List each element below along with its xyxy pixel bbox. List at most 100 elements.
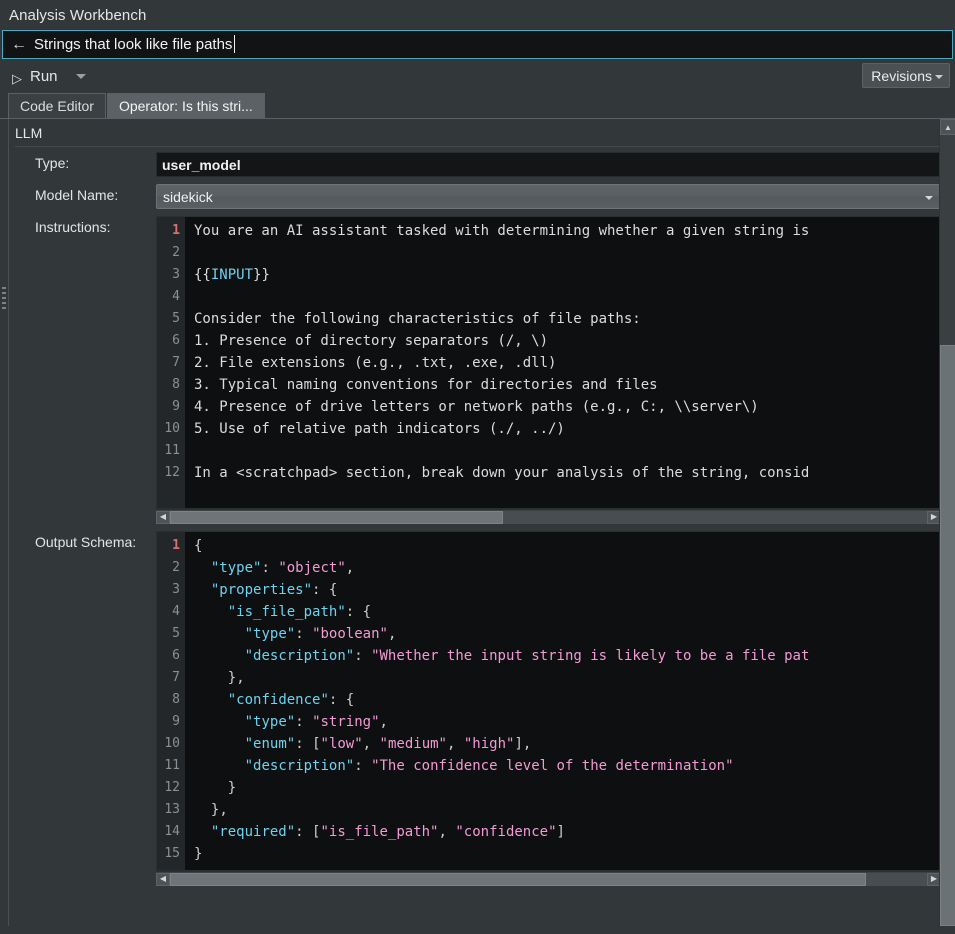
line-number: 6 — [172, 648, 180, 663]
code-line: } — [227, 780, 237, 796]
code-line: "type": "boolean", — [244, 626, 397, 642]
code-line: "description": "The confidence level of … — [244, 758, 734, 774]
line-number: 2 — [172, 560, 180, 575]
code-line: "required": ["is_file_path", "confidence… — [210, 824, 565, 840]
line-number: 1 — [172, 538, 180, 553]
code-line: "enum": ["low", "medium", "high"], — [244, 736, 532, 752]
code-line: 4. Presence of drive letters or network … — [194, 399, 759, 415]
line-number: 3 — [172, 267, 180, 282]
code-line: "description": "Whether the input string… — [244, 648, 810, 664]
run-menu-chevron-down-icon[interactable] — [75, 73, 86, 79]
tab-code-editor[interactable]: Code Editor — [8, 93, 106, 118]
model-name-chevron-down-icon — [925, 195, 933, 200]
line-number: 2 — [172, 245, 180, 260]
code-line: "type": "object", — [210, 560, 355, 576]
operator-name-value: Strings that look like file paths — [34, 35, 236, 53]
output-schema-editor[interactable]: 1 2 3 4 5 6 7 8 9 10 11 12 13 14 15 { "type": "object"… — [156, 531, 941, 871]
line-number: 5 — [172, 626, 180, 641]
panel-vscrollbar[interactable]: ▲ — [939, 119, 955, 926]
line-number: 10 — [164, 421, 180, 436]
panel-splitter[interactable] — [0, 119, 8, 926]
instructions-gutter: 1 2 3 4 5 6 7 8 9 10 11 12 — [157, 217, 185, 508]
tabstrip: Code Editor Operator: Is this stri... — [0, 92, 955, 119]
output-schema-label: Output Schema: — [35, 534, 137, 550]
namebar-container: ← Strings that look like file paths — [0, 30, 955, 60]
line-number: 1 — [172, 223, 180, 238]
tab-operator[interactable]: Operator: Is this stri... — [106, 93, 265, 118]
code-line: }, — [227, 670, 245, 686]
line-number: 11 — [164, 758, 180, 773]
line-number: 9 — [172, 714, 180, 729]
scroll-left-icon[interactable]: ◀ — [156, 872, 170, 886]
output-schema-code[interactable]: { "type": "object", "properties": { "is_… — [185, 532, 940, 870]
line-number: 4 — [172, 604, 180, 619]
run-toolbar: Run Revisions — [0, 60, 955, 92]
scroll-up-icon[interactable]: ▲ — [940, 119, 955, 135]
field-row-type: Type: user_model — [15, 152, 955, 177]
type-value: user_model — [162, 156, 241, 173]
scroll-left-icon[interactable]: ◀ — [156, 510, 170, 524]
code-line: Consider the following characteristics o… — [194, 311, 641, 327]
line-number: 8 — [172, 377, 180, 392]
run-button-label: Run — [30, 67, 58, 85]
code-line: "confidence": { — [227, 692, 355, 708]
line-number: 8 — [172, 692, 180, 707]
window-titlebar: Analysis Workbench — [0, 0, 955, 30]
line-number: 12 — [164, 780, 180, 795]
line-number: 12 — [164, 465, 180, 480]
code-line: 1. Presence of directory separators (/, … — [194, 333, 549, 349]
instructions-hscrollbar[interactable]: ◀ ▶ — [156, 509, 941, 524]
main-content: LLM Type: user_model Model Name: sidekic… — [0, 119, 955, 926]
instructions-hscroll-track[interactable] — [170, 510, 927, 524]
line-number: 7 — [172, 355, 180, 370]
revisions-button[interactable]: Revisions — [862, 63, 950, 88]
code-line: {{INPUT}} — [194, 267, 270, 283]
type-input[interactable]: user_model — [156, 152, 941, 177]
line-number: 9 — [172, 399, 180, 414]
instructions-hscroll-thumb[interactable] — [170, 510, 504, 524]
output-schema-hscrollbar[interactable]: ◀ ▶ — [156, 871, 941, 886]
tab-code-editor-label: Code Editor — [20, 98, 94, 114]
code-line: 2. File extensions (e.g., .txt, .exe, .d… — [194, 355, 557, 371]
page-title: Analysis Workbench — [9, 6, 147, 24]
line-number: 5 — [172, 311, 180, 326]
run-button[interactable]: Run — [8, 66, 62, 87]
code-line: } — [194, 846, 203, 862]
revisions-chevron-down-icon — [935, 74, 943, 79]
code-line: "is_file_path": { — [227, 604, 372, 620]
field-row-model-name: Model Name: sidekick — [15, 184, 955, 209]
code-line: In a <scratchpad> section, break down yo… — [194, 465, 810, 481]
model-name-select[interactable]: sidekick — [156, 184, 941, 209]
splitter-grip-icon[interactable] — [2, 287, 6, 309]
llm-properties-panel: LLM Type: user_model Model Name: sidekic… — [8, 119, 955, 926]
line-number: 14 — [164, 824, 180, 839]
llm-group-label: LLM — [15, 125, 43, 141]
output-schema-hscroll-track[interactable] — [170, 872, 927, 886]
line-number: 7 — [172, 670, 180, 685]
code-line: { — [194, 538, 203, 554]
code-line: }, — [210, 802, 228, 818]
panel-vscroll-thumb[interactable] — [940, 344, 955, 926]
code-line: "properties": { — [210, 582, 338, 598]
play-icon — [12, 70, 23, 82]
instructions-label: Instructions: — [35, 219, 111, 235]
code-line: "type": "string", — [244, 714, 388, 730]
revisions-button-label: Revisions — [871, 67, 932, 84]
field-row-instructions: Instructions: 1 2 3 4 5 6 7 8 9 10 11 12 You are an… — [15, 216, 955, 524]
operator-name-input[interactable]: ← Strings that look like file paths — [2, 30, 953, 59]
line-number: 10 — [164, 736, 180, 751]
line-number: 4 — [172, 289, 180, 304]
line-number: 15 — [164, 846, 180, 861]
type-label: Type: — [35, 155, 70, 171]
tab-operator-label: Operator: Is this stri... — [118, 98, 253, 114]
back-arrow-icon[interactable]: ← — [11, 36, 27, 53]
line-number: 13 — [164, 802, 180, 817]
model-name-value: sidekick — [163, 188, 213, 205]
instructions-editor[interactable]: 1 2 3 4 5 6 7 8 9 10 11 12 You are an AI assistant … — [156, 216, 941, 509]
instructions-code[interactable]: You are an AI assistant tasked with dete… — [185, 217, 940, 508]
code-line: You are an AI assistant tasked with dete… — [194, 223, 810, 239]
output-schema-hscroll-thumb[interactable] — [170, 872, 867, 886]
